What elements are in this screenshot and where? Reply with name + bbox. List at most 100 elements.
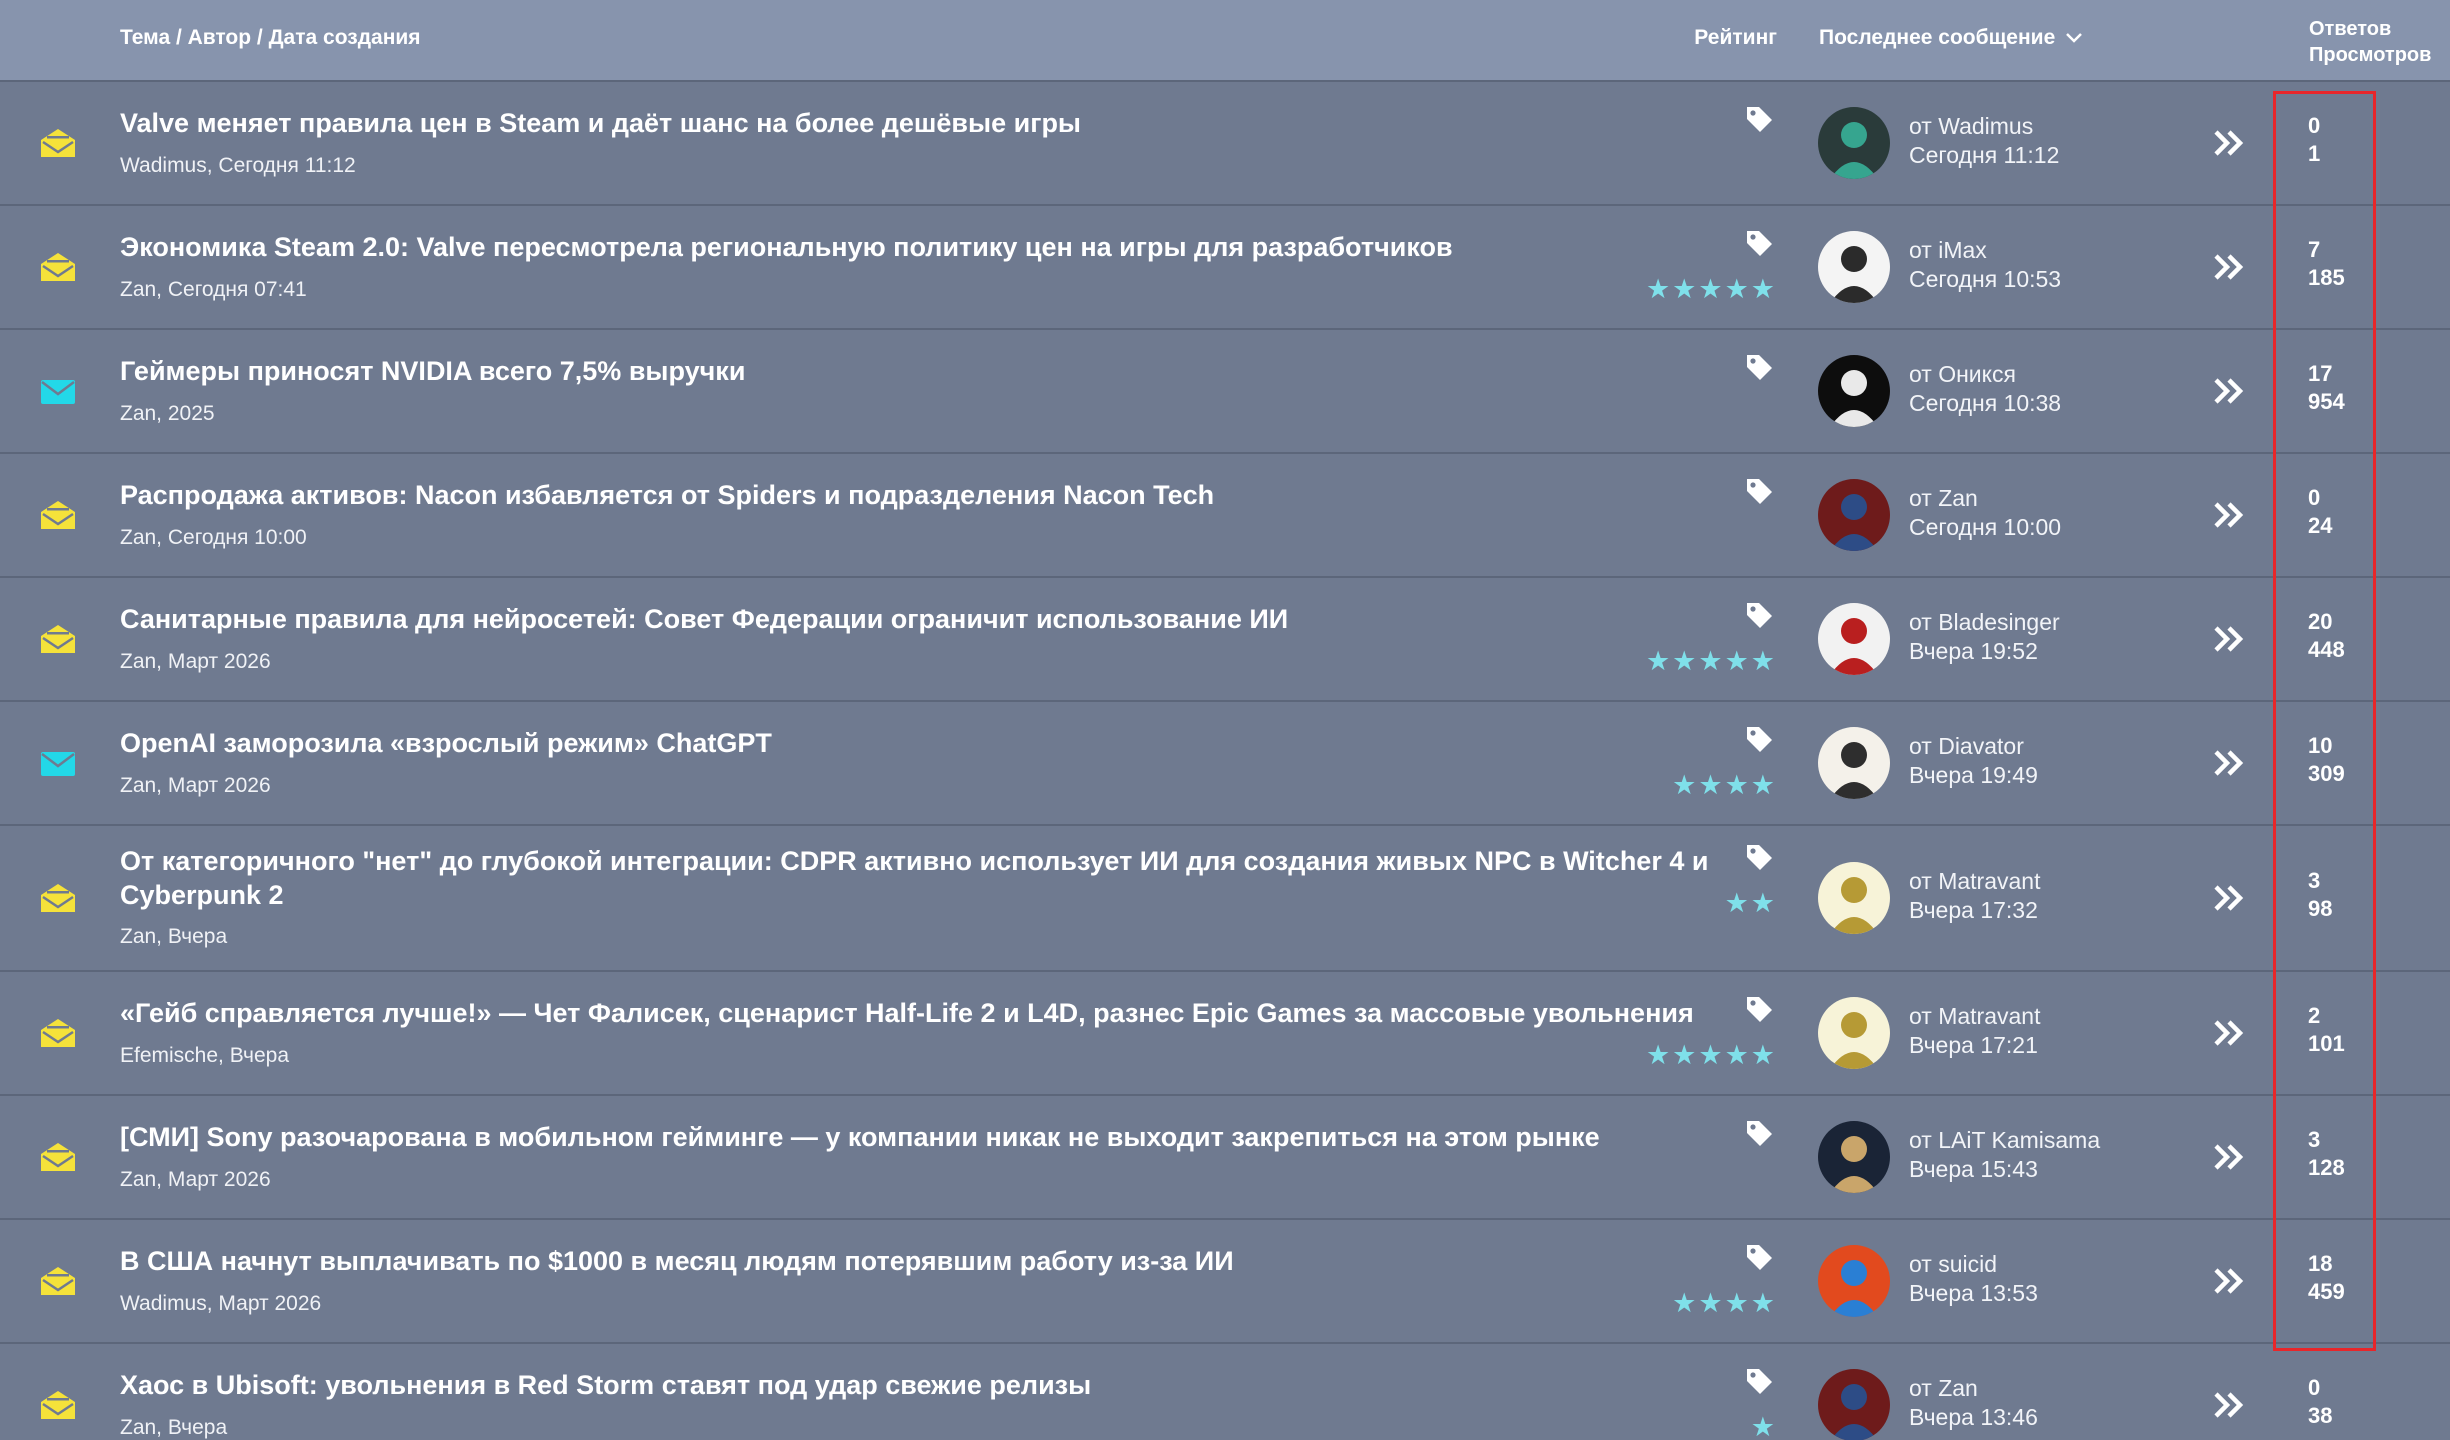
thread-row: «Гейб справляется лучше!» — Чет Фалисек,… [0, 972, 2450, 1096]
avatar[interactable] [1818, 231, 1890, 303]
double-chevron-right-icon[interactable] [2212, 1142, 2246, 1172]
last-post-author[interactable]: от suicid [1909, 1251, 1997, 1278]
double-chevron-right-icon[interactable] [2212, 748, 2246, 778]
last-post-author[interactable]: от Bladesinger [1909, 609, 2060, 636]
envelope-open-icon[interactable] [40, 624, 76, 654]
thread-title-link[interactable]: От категоричного "нет" до глубокой интег… [120, 844, 1730, 912]
column-header-rating[interactable]: Рейтинг [1694, 26, 1777, 50]
thread-title-link[interactable]: «Гейб справляется лучше!» — Чет Фалисек,… [120, 996, 1694, 1030]
avatar[interactable] [1818, 355, 1890, 427]
thread-title-link[interactable]: Хаос в Ubisoft: увольнения в Red Storm с… [120, 1368, 1091, 1402]
avatar[interactable] [1818, 1121, 1890, 1193]
thread-title-link[interactable]: Распродажа активов: Nacon избавляется от… [120, 478, 1214, 512]
view-count: 185 [2308, 265, 2345, 290]
reply-count: 17 [2308, 361, 2333, 386]
double-chevron-right-icon[interactable] [2212, 128, 2246, 158]
rating-stars: ★★★★★ [1645, 1040, 1777, 1070]
view-count: 98 [2308, 896, 2333, 921]
tag-icon[interactable] [1744, 724, 1774, 754]
thread-list-header: Тема / Автор / Дата создания Рейтинг Пос… [0, 0, 2450, 82]
envelope-icon[interactable] [40, 748, 76, 778]
tag-icon[interactable] [1744, 1242, 1774, 1272]
thread-row: Экономика Steam 2.0: Valve пересмотрела … [0, 206, 2450, 330]
envelope-open-icon[interactable] [40, 128, 76, 158]
last-post-author[interactable]: от Diavator [1909, 733, 2024, 760]
last-post-time: Сегодня 11:12 [1909, 142, 2060, 168]
tag-icon[interactable] [1744, 600, 1774, 630]
avatar[interactable] [1818, 603, 1890, 675]
rating-stars: ★ [1750, 1412, 1777, 1440]
double-chevron-right-icon[interactable] [2212, 500, 2246, 530]
double-chevron-right-icon[interactable] [2212, 252, 2246, 282]
thread-row: Санитарные правила для нейросетей: Совет… [0, 578, 2450, 702]
reply-count: 0 [2308, 113, 2321, 138]
column-header-stats[interactable]: Ответов Просмотров [2309, 16, 2431, 68]
thread-author-date: Efemische, Вчера [120, 1044, 289, 1067]
view-count: 24 [2308, 513, 2333, 538]
column-header-last-message-label: Последнее сообщение [1819, 26, 2056, 49]
last-post-author[interactable]: от Matravant [1909, 1003, 2040, 1030]
last-post-author[interactable]: от LAiT Kamisama [1909, 1127, 2100, 1154]
reply-count: 3 [2308, 1127, 2321, 1152]
tag-icon[interactable] [1744, 104, 1774, 134]
envelope-open-icon[interactable] [40, 252, 76, 282]
tag-icon[interactable] [1744, 842, 1774, 872]
envelope-open-icon[interactable] [40, 1142, 76, 1172]
envelope-open-icon[interactable] [40, 1390, 76, 1420]
double-chevron-right-icon[interactable] [2212, 1266, 2246, 1296]
view-count: 309 [2308, 761, 2345, 786]
envelope-icon[interactable] [40, 376, 76, 406]
avatar[interactable] [1818, 1369, 1890, 1440]
double-chevron-right-icon[interactable] [2212, 1390, 2246, 1420]
rating-stars: ★★ [1724, 888, 1777, 918]
double-chevron-right-icon[interactable] [2212, 1018, 2246, 1048]
tag-icon[interactable] [1744, 1366, 1774, 1396]
tag-icon[interactable] [1744, 228, 1774, 258]
last-post-author[interactable]: от Оникся [1909, 361, 2016, 388]
view-count: 954 [2308, 389, 2345, 414]
avatar[interactable] [1818, 727, 1890, 799]
thread-title-link[interactable]: OpenAI заморозила «взрослый режим» ChatG… [120, 726, 772, 760]
reply-count: 3 [2308, 868, 2321, 893]
last-post-author[interactable]: от iMax [1909, 237, 1987, 264]
view-count: 1 [2308, 141, 2321, 166]
envelope-open-icon[interactable] [40, 883, 76, 913]
tag-icon[interactable] [1744, 994, 1774, 1024]
double-chevron-right-icon[interactable] [2212, 883, 2246, 913]
thread-author-date: Zan, Март 2026 [120, 774, 271, 797]
column-header-topic[interactable]: Тема / Автор / Дата создания [120, 26, 421, 50]
last-post-time: Сегодня 10:38 [1909, 390, 2062, 416]
avatar[interactable] [1818, 1245, 1890, 1317]
rating-stars: ★★★★★ [1645, 646, 1777, 676]
avatar[interactable] [1818, 997, 1890, 1069]
tag-icon[interactable] [1744, 476, 1774, 506]
thread-title-link[interactable]: Valve меняет правила цен в Steam и даёт … [120, 106, 1081, 140]
envelope-open-icon[interactable] [40, 1266, 76, 1296]
last-post-author[interactable]: от Matravant [1909, 868, 2040, 895]
tag-icon[interactable] [1744, 1118, 1774, 1148]
double-chevron-right-icon[interactable] [2212, 624, 2246, 654]
view-count: 38 [2308, 1403, 2333, 1428]
reply-count: 0 [2308, 485, 2321, 510]
column-header-last-message[interactable]: Последнее сообщение [1819, 26, 2083, 50]
reply-count: 20 [2308, 609, 2333, 634]
double-chevron-right-icon[interactable] [2212, 376, 2246, 406]
thread-title-link[interactable]: В США начнут выплачивать по $1000 в меся… [120, 1244, 1234, 1278]
tag-icon[interactable] [1744, 352, 1774, 382]
avatar[interactable] [1818, 107, 1890, 179]
forum-thread-list: Тема / Автор / Дата создания Рейтинг Пос… [0, 0, 2450, 1440]
thread-title-link[interactable]: Экономика Steam 2.0: Valve пересмотрела … [120, 230, 1453, 264]
last-post-time: Вчера 19:49 [1909, 762, 2038, 788]
envelope-open-icon[interactable] [40, 1018, 76, 1048]
thread-title-link[interactable]: [СМИ] Sony разочарована в мобильном гейм… [120, 1120, 1600, 1154]
envelope-open-icon[interactable] [40, 500, 76, 530]
last-post-author[interactable]: от Wadimus [1909, 113, 2033, 140]
reply-count: 0 [2308, 1375, 2321, 1400]
thread-title-link[interactable]: Геймеры приносят NVIDIA всего 7,5% выруч… [120, 354, 745, 388]
avatar[interactable] [1818, 862, 1890, 934]
thread-title-link[interactable]: Санитарные правила для нейросетей: Совет… [120, 602, 1288, 636]
view-count: 448 [2308, 637, 2345, 662]
avatar[interactable] [1818, 479, 1890, 551]
last-post-author[interactable]: от Zan [1909, 485, 1978, 512]
last-post-author[interactable]: от Zan [1909, 1375, 1978, 1402]
